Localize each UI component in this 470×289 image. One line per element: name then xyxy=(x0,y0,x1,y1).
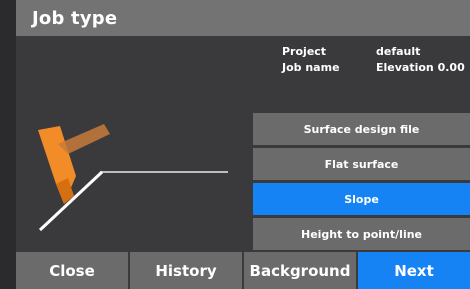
slope-illustration xyxy=(30,118,240,243)
job-name-value: Elevation 0.00 xyxy=(376,61,465,74)
history-button[interactable]: History xyxy=(130,252,244,289)
project-label: Project xyxy=(282,45,327,58)
job-type-options: Surface design file Flat surface Slope H… xyxy=(253,113,470,253)
info-labels: Project Job name xyxy=(282,44,342,76)
project-value: default xyxy=(376,45,421,58)
job-name-label: Job name xyxy=(282,61,340,74)
option-flat-surface[interactable]: Flat surface xyxy=(253,148,470,180)
excavator-bucket xyxy=(38,124,110,204)
option-height-to-point-line[interactable]: Height to point/line xyxy=(253,218,470,250)
close-button[interactable]: Close xyxy=(16,252,130,289)
info-values: default Elevation 0.00 xyxy=(376,44,466,76)
option-surface-design-file[interactable]: Surface design file xyxy=(253,113,470,145)
left-edge xyxy=(0,0,16,289)
option-slope[interactable]: Slope xyxy=(253,183,470,215)
title-bar: Job type xyxy=(16,0,470,36)
page-title: Job type xyxy=(32,7,118,29)
next-button[interactable]: Next xyxy=(358,252,470,289)
excavator-bucket-icon xyxy=(38,124,228,232)
background-button[interactable]: Background xyxy=(244,252,358,289)
bottom-toolbar: Close History Background Next xyxy=(16,252,470,289)
